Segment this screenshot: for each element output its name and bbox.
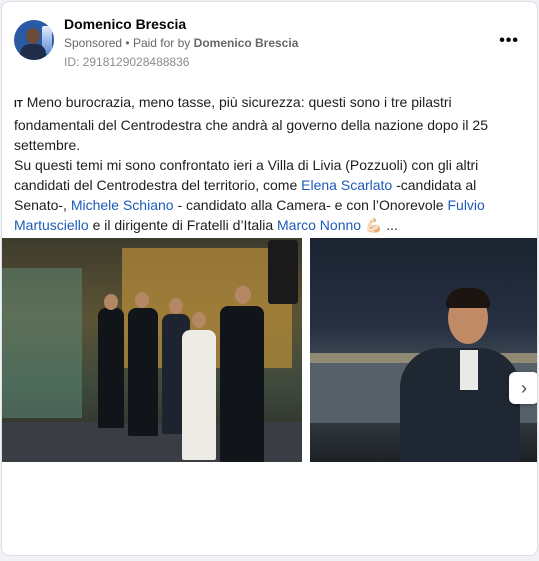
photo-person-head <box>104 294 118 310</box>
photo-man-hair <box>446 288 490 308</box>
photo-person-head <box>169 298 183 314</box>
text-line-1: Meno burocrazia, meno tasse, più sicurez… <box>14 94 488 153</box>
tag-link-michele[interactable]: Michele Schiano <box>71 197 174 213</box>
photo-person-head <box>235 286 251 304</box>
author-name[interactable]: Domenico Brescia <box>64 16 186 32</box>
flag-emoji: IT <box>14 99 23 110</box>
photo-person <box>220 306 264 462</box>
carousel-photo-2[interactable] <box>310 238 537 462</box>
carousel-next-button[interactable]: › <box>509 372 537 404</box>
carousel-photo-1[interactable] <box>2 238 302 462</box>
photo-person <box>128 308 158 436</box>
text-line-2d: e il dirigente di Fratelli d’Italia <box>88 217 278 233</box>
post-text: IT Meno burocrazia, meno tasse, più sicu… <box>14 92 526 235</box>
author-avatar[interactable] <box>14 20 54 60</box>
sponsored-label: Sponsored <box>64 36 123 50</box>
paid-for-by: Domenico Brescia <box>193 36 299 50</box>
avatar-body <box>20 44 46 60</box>
photo-person-head <box>135 292 149 308</box>
photo-man-shirt <box>460 350 478 390</box>
sponsored-line: Sponsored • Paid for by Domenico Brescia <box>64 36 298 50</box>
text-line-2e: 💪🏻 ... <box>361 217 398 233</box>
more-options-icon[interactable]: ••• <box>499 32 519 50</box>
tag-link-marco[interactable]: Marco Nonno <box>277 217 361 233</box>
avatar-head <box>26 28 40 44</box>
photo-person <box>98 308 124 428</box>
paid-for-prefix: Paid for by <box>132 36 191 50</box>
tag-link-elena[interactable]: Elena Scarlato <box>301 177 392 193</box>
photo-speaker <box>268 240 298 304</box>
photo-person-head <box>192 312 206 328</box>
photo-glass-panel <box>2 268 82 418</box>
ad-id: ID: 2918129028488836 <box>64 55 190 69</box>
separator: • <box>125 36 130 50</box>
text-line-2c: - candidato alla Camera- e con l’Onorevo… <box>173 197 448 213</box>
photo-person <box>182 330 216 460</box>
ad-card: Domenico Brescia Sponsored • Paid for by… <box>1 1 538 556</box>
